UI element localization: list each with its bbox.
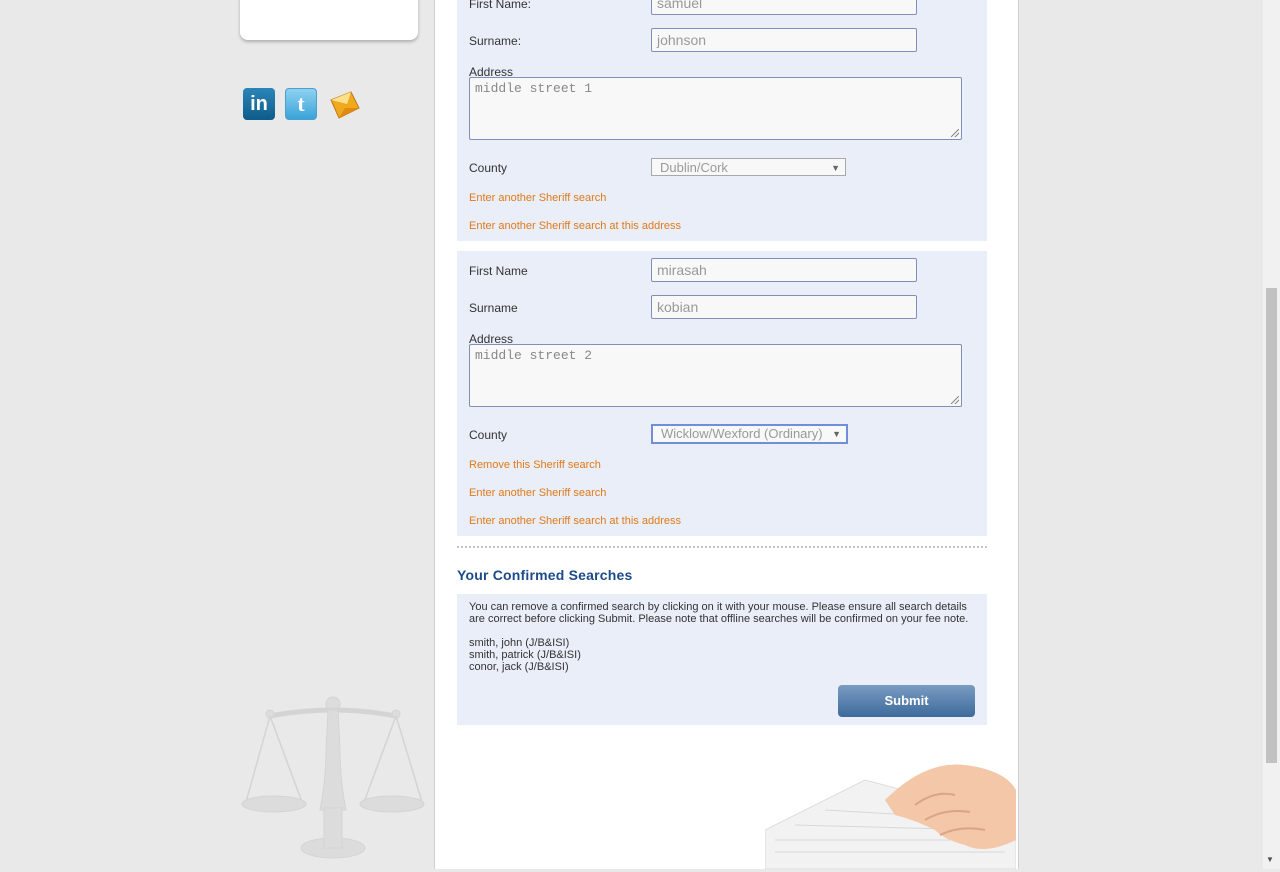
select-arrow-icon: ▼ (831, 163, 840, 173)
confirmed-searches-heading: Your Confirmed Searches (457, 567, 633, 583)
surname-input[interactable]: johnson (651, 28, 917, 52)
remove-search-link[interactable]: Remove this Sheriff search (469, 459, 601, 471)
first-name-input[interactable]: samuel (651, 0, 917, 15)
confirmed-search-item[interactable]: smith, john (J/B&ISI) (469, 637, 569, 649)
enter-another-search-at-address-link[interactable]: Enter another Sheriff search at this add… (469, 220, 681, 232)
address-textarea[interactable]: middle street 1 (469, 77, 962, 140)
keyboard-image (764, 760, 1017, 872)
enter-another-search-link[interactable]: Enter another Sheriff search (469, 487, 606, 499)
scroll-down-arrow-icon[interactable]: ▼ (1266, 855, 1274, 864)
resize-grip-icon[interactable] (951, 396, 959, 404)
surname-input[interactable]: kobian (651, 295, 917, 319)
scrollbar-thumb[interactable] (1266, 288, 1277, 763)
twitter-icon[interactable]: t (285, 88, 317, 120)
county-value: Wicklow/Wexford (Ordinary) (661, 426, 823, 441)
county-label: County (469, 161, 508, 175)
address-value: middle street 1 (475, 81, 593, 96)
confirmed-search-item[interactable]: conor, jack (J/B&ISI) (469, 661, 569, 673)
county-value: Dublin/Cork (660, 160, 728, 175)
first-name-input[interactable]: mirasah (651, 258, 917, 282)
enter-another-search-link[interactable]: Enter another Sheriff search (469, 192, 606, 204)
county-select[interactable]: Wicklow/Wexford (Ordinary) ▼ (651, 424, 848, 444)
enter-another-search-at-address-link[interactable]: Enter another Sheriff search at this add… (469, 515, 681, 527)
first-name-label: First Name (469, 264, 528, 278)
resize-grip-icon[interactable] (951, 129, 959, 137)
submit-button[interactable]: Submit (838, 685, 975, 717)
select-arrow-icon: ▼ (832, 429, 841, 439)
dotted-divider (457, 546, 987, 548)
first-name-label: First Name: (469, 0, 532, 11)
surname-label: Surname: (469, 34, 522, 48)
email-icon[interactable] (327, 88, 360, 120)
confirmed-instructions: You can remove a confirmed search by cli… (469, 601, 969, 625)
surname-label: Surname (469, 301, 518, 315)
sidebar-box (240, 0, 418, 40)
confirmed-search-item[interactable]: smith, patrick (J/B&ISI) (469, 649, 581, 661)
county-select[interactable]: Dublin/Cork ▼ (651, 158, 846, 176)
address-value: middle street 2 (475, 348, 593, 363)
linkedin-icon[interactable]: in (243, 88, 275, 120)
county-label: County (469, 428, 508, 442)
address-textarea[interactable]: middle street 2 (469, 344, 962, 407)
scales-of-justice-icon (240, 690, 425, 865)
